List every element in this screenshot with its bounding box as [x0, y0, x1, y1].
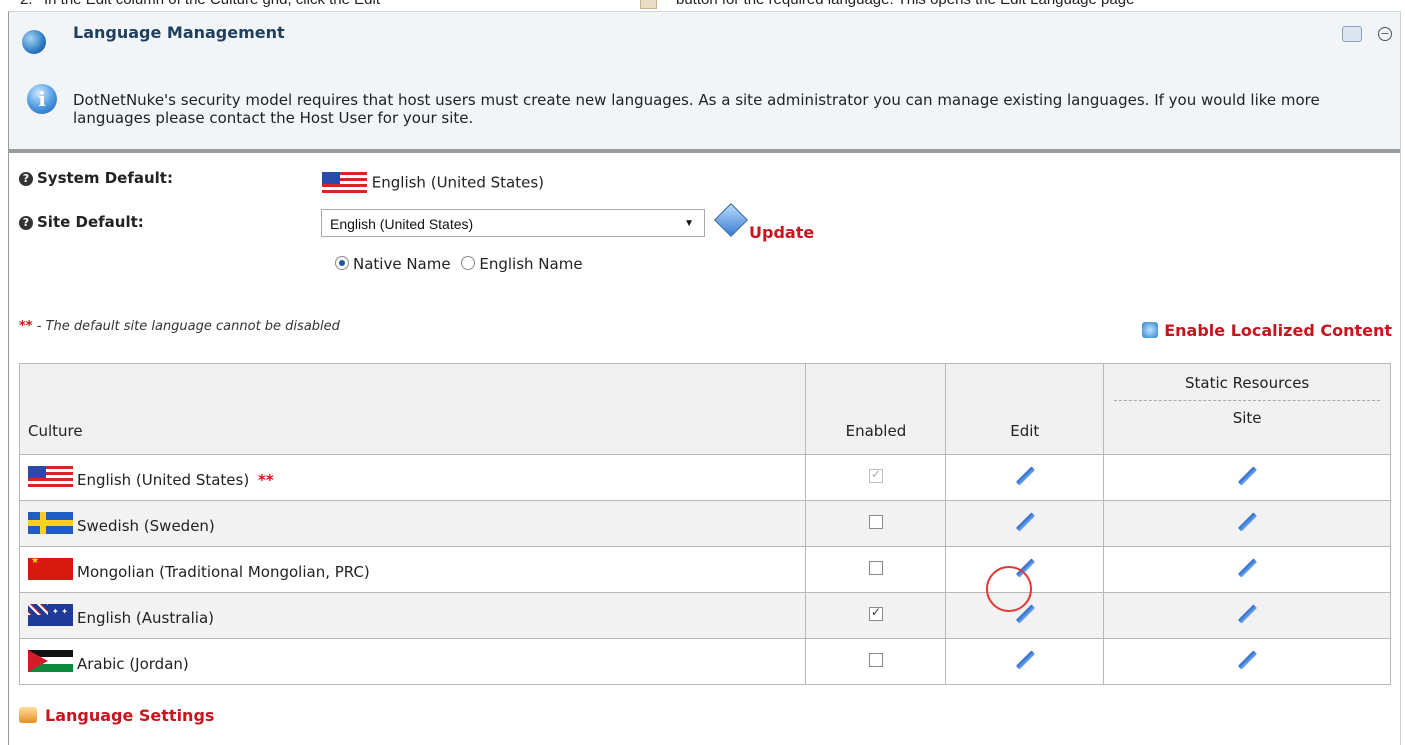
edit-cell: [945, 500, 1105, 547]
instruction-text-after: button for the required language. This o…: [676, 0, 1134, 8]
instruction-text-before: In the Edit column of the Culture grid, …: [44, 0, 380, 8]
enable-localized-content-link[interactable]: Enable Localized Content: [1142, 321, 1392, 340]
default-marker: **: [258, 470, 274, 489]
site-resources-cell: [1103, 500, 1391, 547]
help-icon[interactable]: ?: [19, 172, 33, 186]
note-stars: **: [19, 319, 33, 334]
site-default-selected: English (United States): [330, 216, 474, 232]
update-link[interactable]: Update: [749, 223, 814, 242]
native-name-radio[interactable]: [335, 256, 349, 270]
default-language-note: ** - The default site language cannot be…: [19, 319, 340, 334]
flag-jo-icon: [28, 650, 73, 673]
culture-name: English (Australia): [77, 608, 214, 627]
language-settings-label: Language Settings: [45, 706, 215, 725]
chevron-down-icon: ▼: [684, 218, 694, 229]
localize-icon: [1142, 322, 1159, 338]
enabled-cell: [805, 500, 947, 547]
globe-icon: [22, 30, 46, 54]
site-resources-cell: [1103, 454, 1391, 501]
note-text: - The default site language cannot be di…: [32, 319, 340, 334]
table-row: Swedish (Sweden): [18, 500, 1391, 547]
static-resources-header: Static Resources Site: [1103, 363, 1391, 455]
site-default-label-text: Site Default:: [37, 213, 144, 231]
language-settings-link[interactable]: Language Settings: [19, 706, 214, 725]
enabled-checkbox: [868, 467, 883, 483]
site-resources-cell: [1103, 638, 1391, 685]
culture-name: Arabic (Jordan): [77, 654, 189, 673]
flag-se-icon: [28, 512, 73, 535]
table-row: English (United States) **: [18, 454, 1391, 501]
instruction-number: 2.: [20, 0, 33, 8]
pencil-icon[interactable]: [1014, 649, 1036, 671]
enabled-cell: [805, 454, 947, 501]
info-message: DotNetNuke's security model requires tha…: [73, 91, 1320, 127]
system-default-value: English (United States): [322, 172, 544, 194]
flag-cn-icon: [28, 558, 73, 581]
english-name-label: English Name: [479, 255, 583, 273]
site-subheader: Site: [1232, 409, 1262, 427]
edit-icon: [640, 0, 657, 9]
english-name-radio[interactable]: [461, 256, 476, 270]
edit-cell: [945, 638, 1105, 685]
settings-icon: [19, 707, 37, 723]
enabled-checkbox[interactable]: [868, 560, 883, 575]
culture-name: Mongolian (Traditional Mongolian, PRC): [77, 562, 370, 581]
culture-cell: Arabic (Jordan): [18, 638, 807, 685]
culture-cell: English (United States) **: [18, 454, 807, 501]
pencil-icon[interactable]: [1014, 465, 1036, 487]
system-default-text: English (United States): [371, 173, 544, 192]
culture-name: Swedish (Sweden): [77, 516, 215, 535]
language-management-module: Language Management − i DotNetNuke's sec…: [8, 11, 1401, 745]
culture-cell: Swedish (Sweden): [18, 500, 807, 547]
module-actions: −: [1342, 26, 1392, 42]
enabled-cell: [805, 592, 947, 639]
enabled-checkbox[interactable]: [868, 652, 883, 667]
us-flag-icon: [322, 172, 367, 194]
culture-name: English (United States): [77, 470, 250, 489]
table-row: Mongolian (Traditional Mongolian, PRC): [18, 546, 1391, 593]
pencil-icon[interactable]: [1236, 603, 1258, 625]
system-default-label: ? System Default:: [19, 169, 173, 187]
enable-localized-label: Enable Localized Content: [1164, 321, 1392, 340]
highlight-circle: [986, 566, 1032, 612]
pencil-icon[interactable]: [1236, 649, 1258, 671]
instruction-line: 2. In the Edit column of the Culture gri…: [0, 0, 1405, 9]
help-icon[interactable]: ?: [19, 216, 33, 230]
enabled-header: Enabled: [805, 363, 947, 455]
update-icon[interactable]: [714, 203, 748, 237]
site-default-label: ? Site Default:: [19, 213, 144, 231]
print-icon[interactable]: [1342, 26, 1362, 42]
culture-header: Culture: [18, 363, 807, 455]
site-resources-cell: [1103, 592, 1391, 639]
site-default-select[interactable]: English (United States) ▼: [321, 209, 705, 237]
table-row: Arabic (Jordan): [18, 638, 1391, 685]
enabled-checkbox[interactable]: [868, 605, 883, 621]
info-icon: i: [27, 84, 57, 114]
name-display-options: Native Name English Name: [335, 255, 583, 273]
edit-cell: [945, 454, 1105, 501]
flag-au-icon: [28, 604, 73, 627]
edit-header: Edit: [945, 363, 1105, 455]
static-resources-label: Static Resources: [1114, 364, 1380, 401]
enabled-cell: [805, 638, 947, 685]
flag-us-icon: [28, 466, 73, 489]
culture-cell: English (Australia): [18, 592, 807, 639]
pencil-icon[interactable]: [1236, 557, 1258, 579]
pencil-icon[interactable]: [1236, 511, 1258, 533]
header-divider: [9, 149, 1400, 153]
culture-grid: Culture Enabled Edit Static Resources Si…: [18, 363, 1391, 685]
pencil-icon[interactable]: [1236, 465, 1258, 487]
site-resources-cell: [1103, 546, 1391, 593]
enabled-checkbox[interactable]: [868, 514, 883, 529]
minimize-icon[interactable]: −: [1378, 27, 1392, 41]
module-title: Language Management: [73, 23, 285, 42]
native-name-label: Native Name: [353, 255, 451, 273]
pencil-icon[interactable]: [1014, 511, 1036, 533]
culture-cell: Mongolian (Traditional Mongolian, PRC): [18, 546, 807, 593]
table-row: English (Australia): [18, 592, 1391, 639]
system-default-label-text: System Default:: [37, 169, 173, 187]
enabled-cell: [805, 546, 947, 593]
